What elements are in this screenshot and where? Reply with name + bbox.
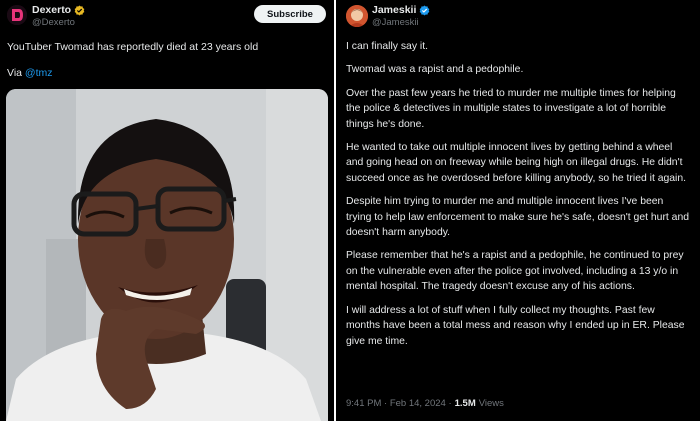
tweet-timestamp[interactable]: 9:41 PM · Feb 14, 2024 · — [346, 398, 452, 409]
tweet-paragraph: Despite him trying to murder me and mult… — [346, 196, 690, 239]
tweet-paragraph: Please remember that he's a rapist and a… — [346, 250, 684, 293]
right-author-name[interactable]: Jameskii — [372, 4, 416, 16]
tweet-meta: 9:41 PM · Feb 14, 2024 · 1.5M Views — [346, 398, 504, 409]
tweet-photo[interactable] — [6, 89, 328, 421]
gold-verified-badge-icon — [74, 4, 85, 16]
right-tweet-body: I can finally say it. Twomad was a rapis… — [346, 39, 691, 357]
tmz-mention-link[interactable]: @tmz — [25, 67, 53, 79]
dexerto-logo-icon — [7, 5, 27, 25]
left-via-line: Via @tmz — [7, 67, 53, 80]
subscribe-button[interactable]: Subscribe — [254, 5, 326, 23]
left-author-handle[interactable]: @Dexerto — [32, 17, 75, 28]
tweet-paragraph: Over the past few years he tried to murd… — [346, 87, 676, 130]
blue-verified-badge-icon — [420, 4, 430, 16]
left-tweet-text: YouTuber Twomad has reportedly died at 2… — [7, 41, 259, 53]
jameskii-avatar-image — [346, 5, 368, 27]
via-prefix: Via — [7, 67, 22, 79]
left-author-row: Dexerto — [32, 4, 85, 16]
tweet-paragraph: Twomad was a rapist and a pedophile. — [346, 64, 524, 76]
tweet-paragraph: I will address a lot of stuff when I ful… — [346, 304, 685, 347]
tweet-paragraph: He wanted to take out multiple innocent … — [346, 142, 687, 184]
views-count[interactable]: 1.5M — [455, 398, 476, 409]
tweet-paragraph: I can finally say it. — [346, 41, 429, 52]
views-label: Views — [478, 398, 504, 409]
right-author-row: Jameskii — [372, 4, 430, 16]
right-author-handle[interactable]: @Jameskii — [372, 17, 419, 28]
left-author-name[interactable]: Dexerto — [32, 4, 71, 16]
left-tweet-card: Dexerto @Dexerto Subscribe YouTuber Twom… — [0, 0, 334, 421]
dexerto-avatar[interactable] — [7, 5, 27, 25]
jameskii-avatar[interactable] — [346, 5, 368, 27]
selfie-photo — [6, 89, 328, 421]
